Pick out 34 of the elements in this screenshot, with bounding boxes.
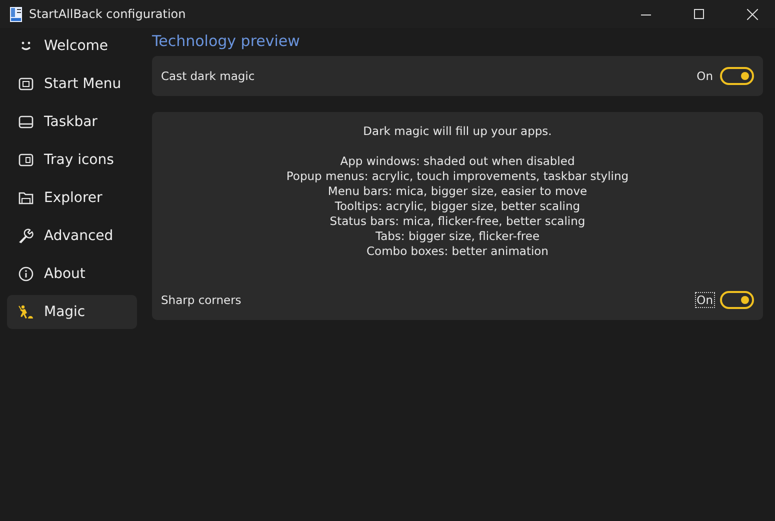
toggle-state-text: On [694, 292, 715, 308]
info-icon [18, 266, 34, 282]
feature-line: Tooltips: acrylic, bigger size, better scaling [334, 199, 580, 214]
setting-label: Cast dark magic [161, 69, 256, 83]
feature-line: Combo boxes: better animation [366, 244, 548, 259]
sidebar-item[interactable]: Taskbar [7, 105, 137, 139]
sidebar-item[interactable]: Explorer [7, 181, 137, 215]
setting-label: Sharp corners [161, 293, 242, 307]
wizard-icon [18, 304, 34, 320]
maximize-icon [694, 8, 704, 20]
taskbar-icon [18, 114, 34, 130]
sidebar-item[interactable]: Start Menu [7, 67, 137, 101]
sidebar-item[interactable]: Tray icons [7, 143, 137, 177]
start-menu-icon [18, 76, 34, 92]
sidebar-item[interactable]: Magic [7, 295, 137, 329]
close-icon [746, 8, 758, 20]
sidebar-item[interactable]: Advanced [7, 219, 137, 253]
toggle-state-text: On [696, 68, 714, 84]
toggle-switch[interactable] [720, 67, 754, 85]
feature-line: App windows: shaded out when disabled [340, 154, 575, 169]
feature-line: Status bars: mica, flicker-free, better scaling [330, 214, 586, 229]
sidebar-item[interactable]: Welcome [7, 29, 137, 63]
feature-line: Menu bars: mica, bigger size, easier to move [328, 184, 588, 199]
feature-line: Popup menus: acrylic, touch improvements, taskbar styling [286, 169, 629, 184]
tray-icon [18, 152, 34, 168]
folder-icon [18, 190, 34, 206]
sidebar-item[interactable]: About [7, 257, 137, 291]
toggle-switch[interactable] [720, 291, 754, 309]
wrench-icon [18, 228, 34, 244]
feature-line: Tabs: bigger size, flicker-free [375, 229, 540, 244]
description-text: Dark magic will fill up your apps. [363, 124, 552, 139]
window-title: StartAllBack configuration [29, 7, 187, 21]
section-heading: Technology preview [152, 32, 301, 50]
app-icon [10, 6, 22, 22]
